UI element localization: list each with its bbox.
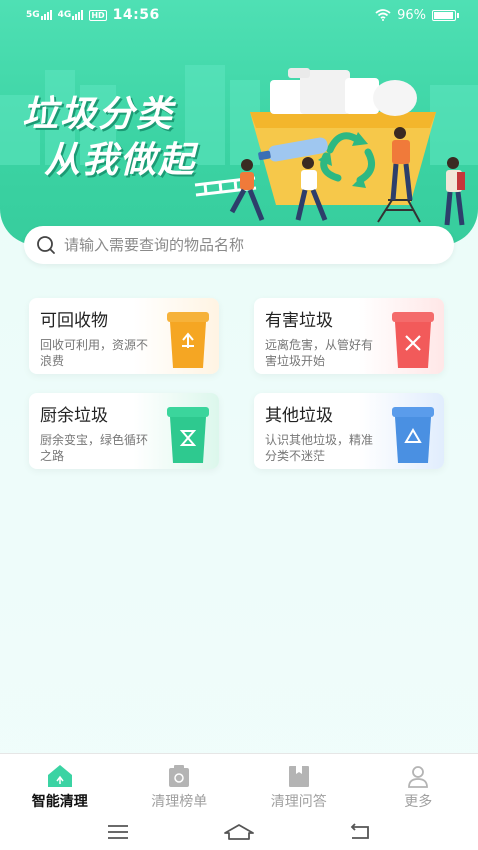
card-desc: 远离危害，从管好有害垃圾开始 [265,338,374,368]
search-icon [37,236,55,254]
battery-icon [432,9,459,21]
tab-label: 清理问答 [270,794,327,810]
banner-title-line2: 从我做起 [44,140,197,181]
battery-percent: 96% [397,7,426,23]
tab-label: 更多 [404,794,433,810]
menu-icon[interactable] [106,824,130,840]
banner-title: 垃圾分类 从我做起 [22,92,196,184]
wifi-icon [375,9,391,21]
hd-badge: HD [89,9,107,21]
tab-label: 清理榜单 [151,794,208,810]
category-card-kitchen[interactable]: 厨余垃圾 厨余变宝，绿色循环之路 [29,393,219,469]
tab-smart-clean[interactable]: 智能清理 [0,754,120,813]
tab-more[interactable]: 更多 [359,754,478,813]
bottom-tab-bar: 智能清理 清理榜单 清理问答 更多 [0,753,478,813]
category-card-hazardous[interactable]: 有害垃圾 远离危害，从管好有害垃圾开始 [254,298,444,374]
qa-icon [288,766,309,787]
hazardous-bin-icon [392,312,434,368]
user-icon [408,766,429,788]
back-icon[interactable] [348,822,372,841]
signal-5g: 5G [26,10,52,20]
tab-qa[interactable]: 清理问答 [239,754,359,813]
status-time: 14:56 [112,7,160,23]
category-card-other[interactable]: 其他垃圾 认识其他垃圾，精准分类不迷茫 [254,393,444,469]
home-icon [47,765,72,787]
card-desc: 认识其他垃圾，精准分类不迷茫 [265,433,374,463]
kitchen-bin-icon [167,407,209,463]
ranking-icon [169,765,190,787]
search-bar[interactable] [24,226,454,264]
card-desc: 回收可利用，资源不浪费 [40,338,149,368]
card-desc: 厨余变宝，绿色循环之路 [40,433,149,463]
status-bar: 5G 4G HD 14:56 96% [0,0,478,30]
hero-banner: 垃圾分类 从我做起 [0,0,478,245]
recyclable-bin-icon [167,312,209,368]
banner-title-line1: 垃圾分类 [22,94,175,135]
other-bin-icon [392,407,434,463]
home-nav-icon[interactable] [223,823,255,841]
search-input[interactable] [64,236,434,254]
tab-ranking[interactable]: 清理榜单 [120,754,240,813]
system-nav-bar [0,813,478,850]
signal-4g: 4G [58,10,84,20]
category-card-recyclable[interactable]: 可回收物 回收可利用，资源不浪费 [29,298,219,374]
tab-label: 智能清理 [31,794,88,810]
